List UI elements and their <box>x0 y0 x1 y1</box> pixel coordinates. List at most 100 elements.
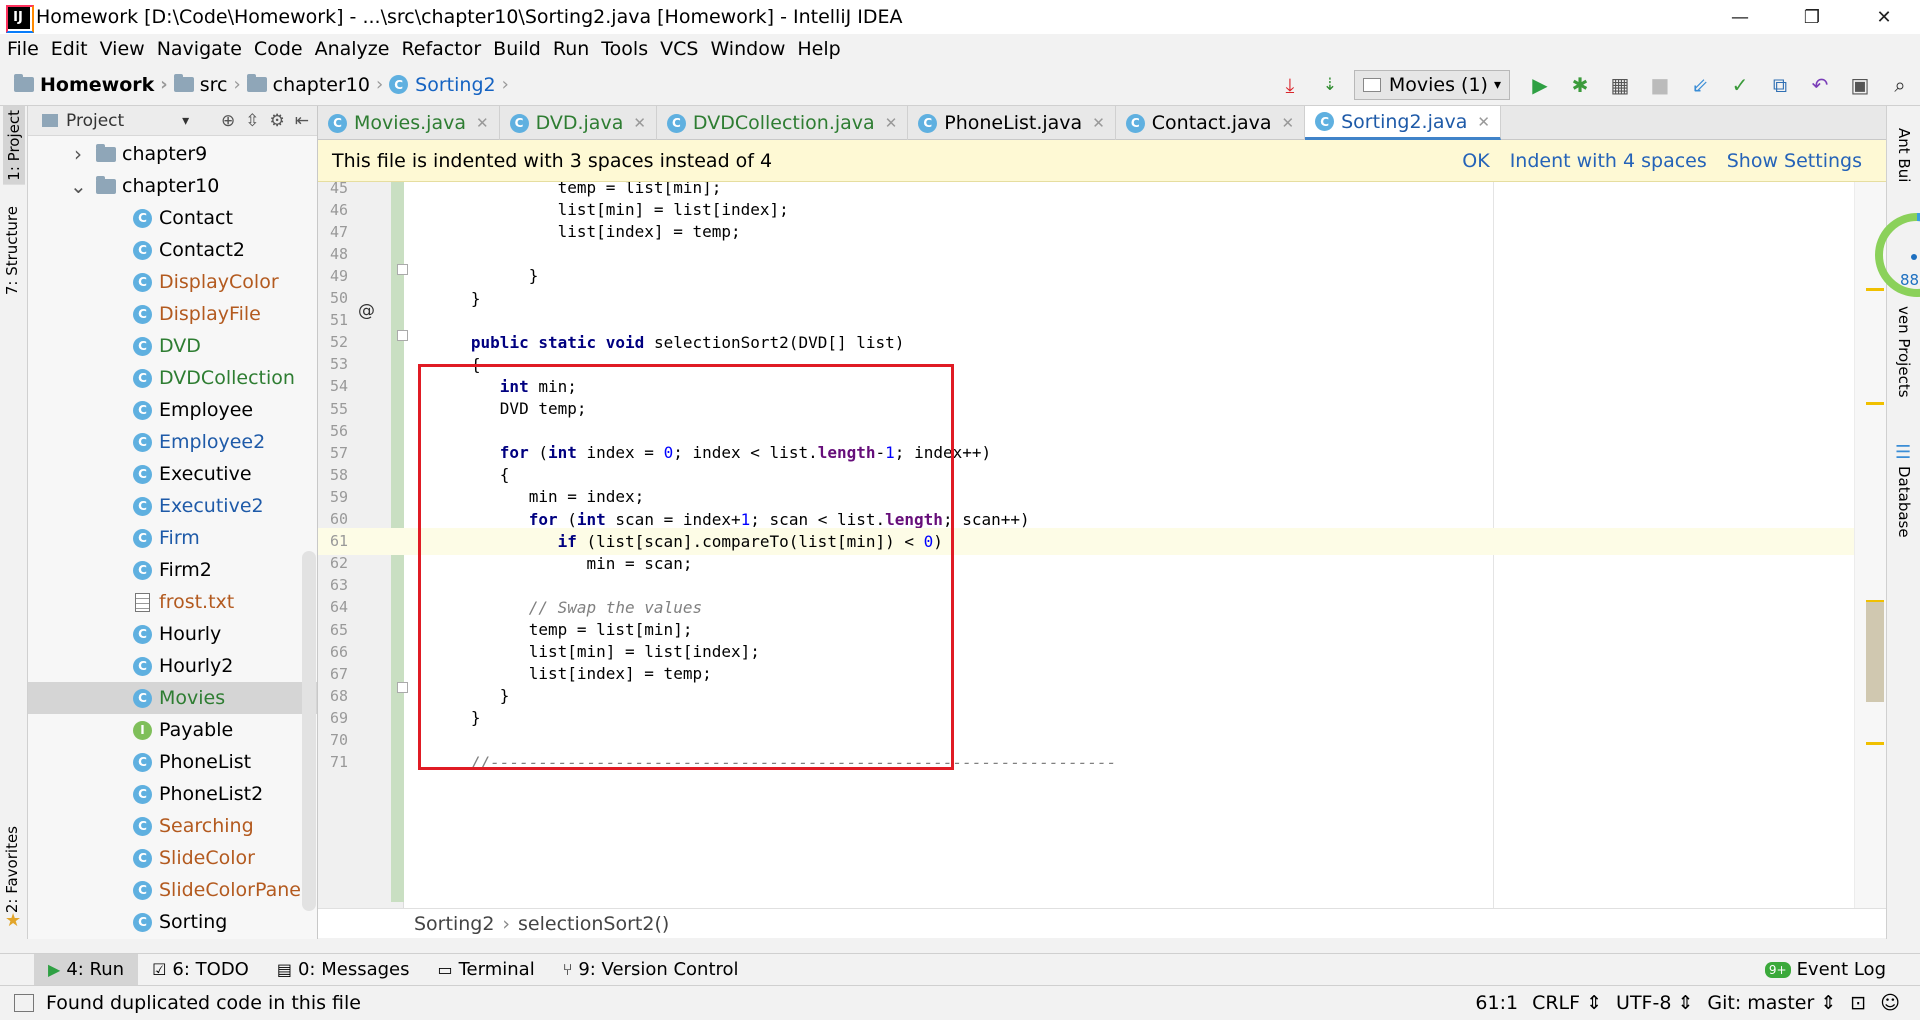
tree-item[interactable]: C Hourly <box>28 618 317 650</box>
inspector-icon[interactable]: ☺ <box>1880 992 1900 1014</box>
tree-item[interactable]: C PhoneList <box>28 746 317 778</box>
tree-item[interactable]: I Payable <box>28 714 317 746</box>
project-tool-tab[interactable]: 1: Project <box>3 106 25 185</box>
menu-window[interactable]: Window <box>710 38 785 60</box>
tree-item[interactable]: C Firm <box>28 522 317 554</box>
code-text[interactable]: } <box>442 289 481 308</box>
tree-item[interactable]: C DisplayColor <box>28 266 317 298</box>
debug-icon[interactable]: ✱ <box>1563 68 1597 102</box>
tree-item[interactable]: C Contact2 <box>28 234 317 266</box>
override-marker-icon[interactable]: @ <box>358 301 375 321</box>
vcs-commit-icon[interactable]: ✓ <box>1723 68 1757 102</box>
editor-breadcrumb-method[interactable]: selectionSort2() <box>518 913 669 935</box>
chevron-down-icon[interactable]: ⌄ <box>70 174 87 198</box>
fold-marker-icon[interactable] <box>397 330 408 341</box>
locate-icon[interactable]: ⊕ <box>221 111 235 131</box>
restore-button[interactable]: ❐ <box>1776 0 1848 34</box>
hide-icon[interactable]: ⇤ <box>295 111 309 131</box>
chevron-right-icon[interactable]: › <box>70 142 86 166</box>
close-button[interactable]: ✕ <box>1848 0 1920 34</box>
code-text[interactable]: } <box>442 266 539 285</box>
project-panel-title[interactable]: Project <box>66 111 124 131</box>
tab-contact[interactable]: C Contact.java ✕ <box>1116 106 1306 140</box>
code-text[interactable]: public static void selectionSort2(DVD[] … <box>442 333 905 352</box>
fold-marker-icon[interactable] <box>397 682 408 693</box>
menu-run[interactable]: Run <box>553 38 589 60</box>
tool-window-run[interactable]: ▶ 4: Run <box>34 953 139 986</box>
menu-build[interactable]: Build <box>493 38 541 60</box>
close-icon[interactable]: ✕ <box>633 114 646 132</box>
vcs-compare-icon[interactable]: ⧉ <box>1763 68 1797 102</box>
sort-download-icon[interactable]: ⇣ <box>1313 68 1347 102</box>
vcs-revert-icon[interactable]: ↶ <box>1803 68 1837 102</box>
tool-window-version-control[interactable]: ⑂ 9: Version Control <box>549 954 753 986</box>
tree-item[interactable]: C DisplayFile <box>28 298 317 330</box>
breadcrumb-project[interactable]: Homework › <box>14 74 174 96</box>
database-tool-tab[interactable]: Database <box>1895 466 1913 538</box>
favorites-tool-tab[interactable]: 2: Favorites <box>3 826 21 913</box>
file-encoding[interactable]: UTF-8 ⇕ <box>1616 992 1693 1014</box>
tree-item[interactable]: C Executive2 <box>28 490 317 522</box>
tree-folder-chapter10[interactable]: ⌄ chapter10 <box>28 170 317 202</box>
ok-link[interactable]: OK <box>1462 150 1489 172</box>
editor-scroll-thumb[interactable] <box>1866 602 1884 702</box>
tab-sorting2[interactable]: C Sorting2.java ✕ <box>1305 106 1501 140</box>
close-icon[interactable]: ✕ <box>1282 114 1295 132</box>
close-icon[interactable]: ✕ <box>476 114 489 132</box>
tree-item[interactable]: frost.txt <box>28 586 317 618</box>
event-log[interactable]: 9+ Event Log <box>1764 959 1920 980</box>
minimize-button[interactable]: — <box>1704 0 1776 34</box>
menu-help[interactable]: Help <box>797 38 840 60</box>
coverage-icon[interactable]: ▦ <box>1603 68 1637 102</box>
tree-item[interactable]: C PhoneList2 <box>28 778 317 810</box>
close-icon[interactable]: ✕ <box>1477 113 1490 131</box>
menu-edit[interactable]: Edit <box>51 38 88 60</box>
fold-marker-icon[interactable] <box>397 264 408 275</box>
git-branch[interactable]: Git: master ⇕ <box>1707 992 1836 1014</box>
tree-item[interactable]: C DVDCollection <box>28 362 317 394</box>
menu-view[interactable]: View <box>100 38 145 60</box>
collapse-all-icon[interactable]: ⇳ <box>245 111 259 131</box>
tool-window-todo[interactable]: ☑ 6: TODO <box>138 954 263 986</box>
menu-analyze[interactable]: Analyze <box>315 38 390 60</box>
tree-item[interactable]: C SlideColor <box>28 842 317 874</box>
project-structure-icon[interactable]: ▣ <box>1843 68 1877 102</box>
tree-item[interactable]: C DVD <box>28 330 317 362</box>
warning-stripe[interactable] <box>1866 742 1884 745</box>
tree-item[interactable]: C Searching <box>28 810 317 842</box>
tree-item[interactable]: C Employee <box>28 394 317 426</box>
tab-movies[interactable]: C Movies.java ✕ <box>318 106 500 140</box>
menu-file[interactable]: File <box>7 38 39 60</box>
tree-item[interactable]: C Contact <box>28 202 317 234</box>
maven-projects-tool-tab[interactable]: ven Projects <box>1895 306 1913 398</box>
menu-navigate[interactable]: Navigate <box>157 38 242 60</box>
run-icon[interactable]: ▶ <box>1523 68 1557 102</box>
code-text[interactable]: temp = list[min]; <box>442 182 722 197</box>
tree-item[interactable]: C Hourly2 <box>28 650 317 682</box>
caret-position[interactable]: 61:1 <box>1475 992 1518 1014</box>
code-text[interactable]: list[index] = temp; <box>442 222 741 241</box>
structure-tool-tab[interactable]: 7: Structure <box>3 206 21 295</box>
tree-item[interactable]: C Employee2 <box>28 426 317 458</box>
run-configuration-select[interactable]: Movies (1) ▾ <box>1353 70 1510 100</box>
tree-item[interactable]: C Executive <box>28 458 317 490</box>
tree-item[interactable]: C Sorting <box>28 906 317 938</box>
menu-code[interactable]: Code <box>254 38 303 60</box>
tree-item[interactable]: C SlideColorPanel <box>28 874 317 906</box>
tab-phonelist[interactable]: C PhoneList.java ✕ <box>908 106 1116 140</box>
show-settings-link[interactable]: Show Settings <box>1727 150 1862 172</box>
tree-scrollbar[interactable] <box>302 551 316 911</box>
line-separator[interactable]: CRLF ⇕ <box>1532 992 1602 1014</box>
tree-item[interactable]: C Movies <box>28 682 317 714</box>
update-project-icon[interactable]: ⤓ <box>1273 68 1307 102</box>
lock-icon[interactable]: ⊡ <box>1850 992 1866 1014</box>
warning-stripe[interactable] <box>1866 402 1884 405</box>
vcs-update-icon[interactable]: ⇙ <box>1683 68 1717 102</box>
indent-with-4-spaces-link[interactable]: Indent with 4 spaces <box>1510 150 1707 172</box>
gear-icon[interactable]: ⚙ <box>270 111 285 131</box>
tool-window-messages[interactable]: ▤ 0: Messages <box>263 954 424 986</box>
breadcrumb-package[interactable]: chapter10 › <box>246 74 390 96</box>
tab-dvdcollection[interactable]: C DVDCollection.java ✕ <box>657 106 909 140</box>
tree-folder-chapter9[interactable]: › chapter9 <box>28 138 317 170</box>
ant-build-tool-tab[interactable]: Ant Bui <box>1895 128 1913 182</box>
